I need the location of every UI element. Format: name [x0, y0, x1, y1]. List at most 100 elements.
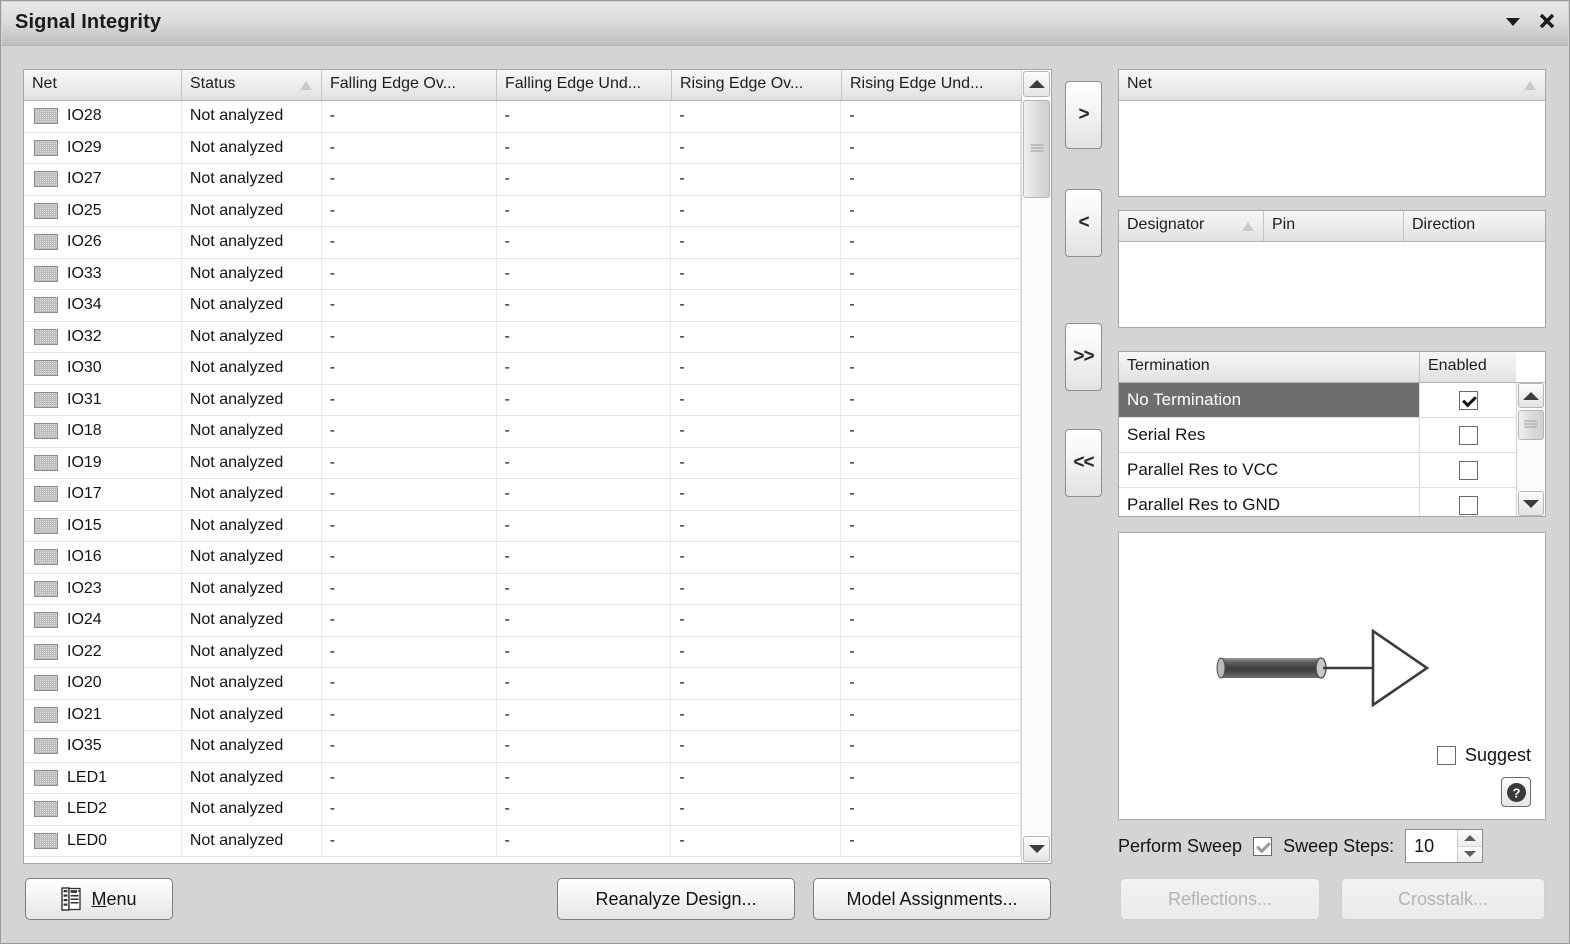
termination-list[interactable]: No Termination Serial Res Parallel Res to … — [1119, 383, 1516, 516]
nets-table-header: Net Status Falling Edge Ov... Falling Ed… — [24, 70, 1051, 101]
termination-row[interactable]: Serial Res — [1119, 418, 1516, 453]
cell-fall_over: - — [322, 132, 497, 163]
close-icon[interactable] — [1538, 12, 1556, 30]
termination-enabled-checkbox[interactable] — [1458, 495, 1478, 515]
move-all-left-button[interactable]: << — [1065, 429, 1102, 497]
termination-enabled-cell[interactable] — [1419, 488, 1516, 516]
scrollbar-thumb[interactable] — [1023, 100, 1050, 198]
suggest-control[interactable]: Suggest — [1436, 745, 1531, 766]
cell-fall_over: - — [322, 101, 497, 132]
column-header-falling-edge-undershoot[interactable]: Falling Edge Und... — [497, 70, 672, 100]
table-row[interactable]: IO25 Not analyzed - - - - — [24, 195, 1021, 227]
column-header-termination[interactable]: Termination — [1119, 352, 1420, 382]
table-row[interactable]: IO27 Not analyzed - - - - — [24, 164, 1021, 196]
cell-fall_under: - — [497, 479, 672, 510]
move-right-button[interactable]: > — [1065, 81, 1102, 149]
reanalyze-design-button[interactable]: Reanalyze Design... — [557, 878, 795, 920]
move-left-button[interactable]: < — [1065, 189, 1102, 257]
net-color-swatch-icon — [34, 202, 58, 219]
menu-button[interactable]: Menu — [25, 878, 173, 920]
table-row[interactable]: IO31 Not analyzed - - - - — [24, 384, 1021, 416]
termination-row[interactable]: Parallel Res to VCC — [1119, 453, 1516, 488]
selected-nets-panel[interactable]: Net — [1118, 69, 1546, 197]
nets-table-scrollbar[interactable] — [1021, 70, 1051, 863]
nets-table-body[interactable]: IO28 Not analyzed - - - - IO29 Not analyzed - - - -… — [24, 101, 1021, 863]
column-header-falling-edge-overshoot[interactable]: Falling Edge Ov... — [322, 70, 497, 100]
table-row[interactable]: IO16 Not analyzed - - - - — [24, 542, 1021, 574]
table-row[interactable]: IO23 Not analyzed - - - - — [24, 573, 1021, 605]
table-row[interactable]: IO30 Not analyzed - - - - — [24, 353, 1021, 385]
table-row[interactable]: IO26 Not analyzed - - - - — [24, 227, 1021, 259]
termination-row[interactable]: Parallel Res to GND — [1119, 488, 1516, 516]
termination-enabled-checkbox[interactable] — [1458, 425, 1478, 445]
cell-fall_under: - — [497, 573, 672, 604]
cell-fall_over: - — [322, 195, 497, 226]
cell-rise_under: - — [841, 416, 1021, 447]
termination-enabled-cell[interactable] — [1419, 418, 1516, 452]
column-header-net[interactable]: Net — [24, 70, 182, 100]
scroll-up-button[interactable] — [1023, 71, 1050, 97]
termination-enabled-checkbox[interactable] — [1458, 460, 1478, 480]
net-color-swatch-icon — [34, 738, 58, 755]
table-row[interactable]: IO18 Not analyzed - - - - — [24, 416, 1021, 448]
column-header-rising-edge-undershoot[interactable]: Rising Edge Und... — [842, 70, 1022, 100]
net-name-label: IO29 — [67, 138, 102, 156]
table-row[interactable]: IO19 Not analyzed - - - - — [24, 447, 1021, 479]
table-row[interactable]: IO35 Not analyzed - - - - — [24, 731, 1021, 763]
table-row[interactable]: LED1 Not analyzed - - - - — [24, 762, 1021, 794]
cell-net: IO35 — [24, 731, 182, 762]
table-row[interactable]: IO28 Not analyzed - - - - — [24, 101, 1021, 133]
termination-panel[interactable]: Termination Enabled No Termination Serial… — [1118, 351, 1546, 517]
model-assignments-button[interactable]: Model Assignments... — [813, 878, 1051, 920]
column-header-rising-edge-overshoot[interactable]: Rising Edge Ov... — [672, 70, 842, 100]
table-row[interactable]: IO29 Not analyzed - - - - — [24, 132, 1021, 164]
sweep-steps-spin-buttons[interactable] — [1457, 830, 1483, 862]
column-header-selected-net[interactable]: Net — [1119, 70, 1545, 100]
column-header-designator[interactable]: Designator — [1119, 211, 1264, 241]
chevron-down-icon[interactable] — [1504, 12, 1522, 30]
scroll-down-button[interactable] — [1023, 836, 1050, 862]
termination-enabled-checkbox[interactable] — [1458, 390, 1478, 410]
termination-scrollbar[interactable] — [1516, 383, 1545, 516]
termination-scroll-up-button[interactable] — [1518, 383, 1544, 408]
table-row[interactable]: IO22 Not analyzed - - - - — [24, 636, 1021, 668]
pins-panel[interactable]: Designator Pin Direction — [1118, 210, 1546, 328]
cell-rise_under: - — [841, 668, 1021, 699]
table-row[interactable]: LED0 Not analyzed - - - - — [24, 825, 1021, 857]
table-row[interactable]: IO15 Not analyzed - - - - — [24, 510, 1021, 542]
table-row[interactable]: IO24 Not analyzed - - - - — [24, 605, 1021, 637]
termination-row[interactable]: No Termination — [1119, 383, 1516, 418]
termination-scroll-down-button[interactable] — [1518, 491, 1544, 516]
table-row[interactable]: LED2 Not analyzed - - - - — [24, 794, 1021, 826]
net-name-label: IO19 — [67, 453, 102, 471]
column-header-pin[interactable]: Pin — [1264, 211, 1404, 241]
net-name-label: IO20 — [67, 674, 102, 692]
column-header-status[interactable]: Status — [182, 70, 322, 100]
termination-enabled-cell[interactable] — [1419, 453, 1516, 487]
nets-table[interactable]: Net Status Falling Edge Ov... Falling Ed… — [23, 69, 1052, 864]
help-button[interactable]: ? — [1501, 777, 1531, 807]
table-row[interactable]: IO17 Not analyzed - - - - — [24, 479, 1021, 511]
cell-net: IO16 — [24, 542, 182, 573]
table-row[interactable]: IO33 Not analyzed - - - - — [24, 258, 1021, 290]
cell-fall_over: - — [322, 573, 497, 604]
perform-sweep-checkbox[interactable] — [1253, 836, 1273, 856]
net-color-swatch-icon — [34, 108, 58, 125]
suggest-checkbox[interactable] — [1436, 746, 1456, 765]
termination-scrollbar-thumb[interactable] — [1518, 410, 1544, 440]
termination-enabled-cell[interactable] — [1419, 383, 1516, 417]
table-row[interactable]: IO20 Not analyzed - - - - — [24, 668, 1021, 700]
net-color-swatch-icon — [34, 423, 58, 440]
table-row[interactable]: IO34 Not analyzed - - - - — [24, 290, 1021, 322]
net-color-swatch-icon — [34, 360, 58, 377]
sweep-steps-increment-button[interactable] — [1458, 830, 1483, 847]
move-all-right-button[interactable]: >> — [1065, 323, 1102, 391]
sweep-steps-decrement-button[interactable] — [1458, 846, 1483, 862]
column-header-direction[interactable]: Direction — [1404, 211, 1545, 241]
cell-fall_under: - — [497, 384, 672, 415]
column-header-enabled[interactable]: Enabled — [1420, 352, 1516, 382]
table-row[interactable]: IO32 Not analyzed - - - - — [24, 321, 1021, 353]
table-row[interactable]: IO21 Not analyzed - - - - — [24, 699, 1021, 731]
sweep-steps-stepper[interactable]: 10 — [1405, 829, 1484, 863]
cell-fall_over: - — [322, 164, 497, 195]
